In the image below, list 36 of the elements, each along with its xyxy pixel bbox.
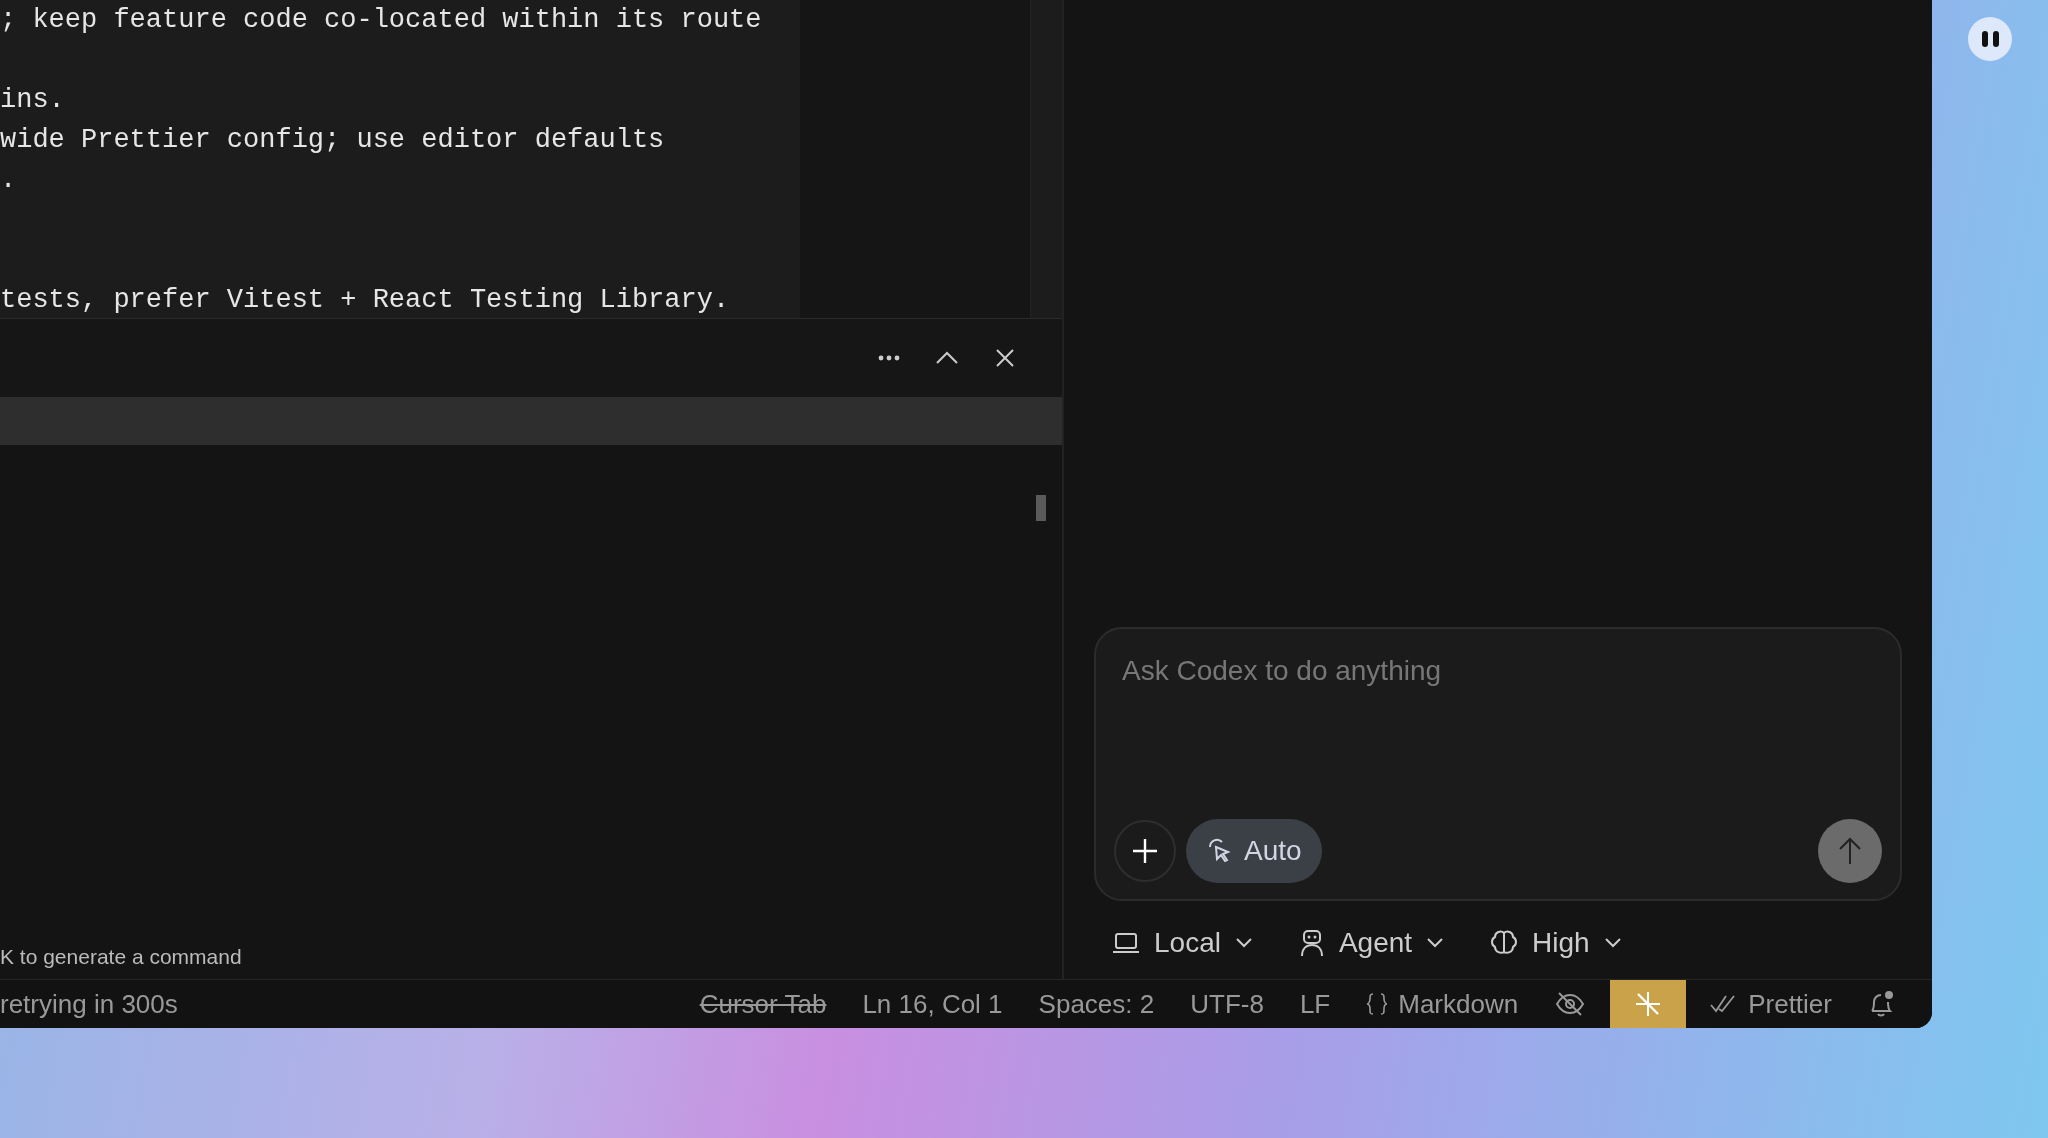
option-dropdown[interactable]: Local bbox=[1112, 927, 1253, 959]
cursor-click-icon bbox=[1206, 837, 1232, 865]
status-message: retrying in 300s bbox=[0, 988, 179, 1020]
status-item[interactable]: Ln 16, Col 1 bbox=[844, 980, 1021, 1028]
option-dropdown[interactable]: High bbox=[1490, 927, 1622, 959]
close-icon bbox=[995, 348, 1015, 368]
status-item[interactable]: LF bbox=[1281, 980, 1349, 1028]
more-icon bbox=[878, 355, 900, 361]
language-mode[interactable]: Markdown bbox=[1348, 980, 1537, 1028]
status-item[interactable]: Spaces: 2 bbox=[1020, 980, 1173, 1028]
plus-icon bbox=[1131, 837, 1159, 865]
eye-off-icon bbox=[1554, 990, 1587, 1018]
option-dropdown[interactable]: Agent bbox=[1298, 927, 1445, 959]
code-line: ins. bbox=[0, 84, 66, 117]
code-line: wide Prettier config; use editor defaults bbox=[0, 124, 666, 157]
terminal-hint: K to generate a command bbox=[0, 945, 243, 969]
chevron-up-icon bbox=[935, 351, 959, 365]
auto-mode-button[interactable]: Auto bbox=[1186, 819, 1322, 883]
chevron-down-icon bbox=[1426, 937, 1445, 949]
status-item[interactable]: Cursor Tab bbox=[681, 980, 845, 1028]
pause-button[interactable] bbox=[1968, 17, 2012, 61]
brain-icon bbox=[1490, 929, 1519, 957]
code-line: ; keep feature code co-located within its route bbox=[0, 4, 763, 37]
add-button[interactable] bbox=[1114, 820, 1176, 882]
prettier-status[interactable]: Prettier bbox=[1692, 980, 1850, 1028]
arrow-up-icon bbox=[1838, 836, 1862, 866]
laptop-icon bbox=[1112, 931, 1140, 955]
scrollbar-thumb[interactable] bbox=[1036, 495, 1046, 521]
code-line: . bbox=[0, 164, 18, 197]
chevron-down-icon bbox=[1234, 937, 1253, 949]
status-item[interactable]: UTF-8 bbox=[1172, 980, 1282, 1028]
robot-icon bbox=[1298, 929, 1325, 957]
chevron-down-icon bbox=[1603, 937, 1622, 949]
code-line: tests, prefer Vitest + React Testing Library. bbox=[0, 284, 731, 317]
chat-input-field[interactable]: Ask Codex to do anything bbox=[1114, 655, 1882, 687]
braces-icon bbox=[1366, 992, 1389, 1016]
